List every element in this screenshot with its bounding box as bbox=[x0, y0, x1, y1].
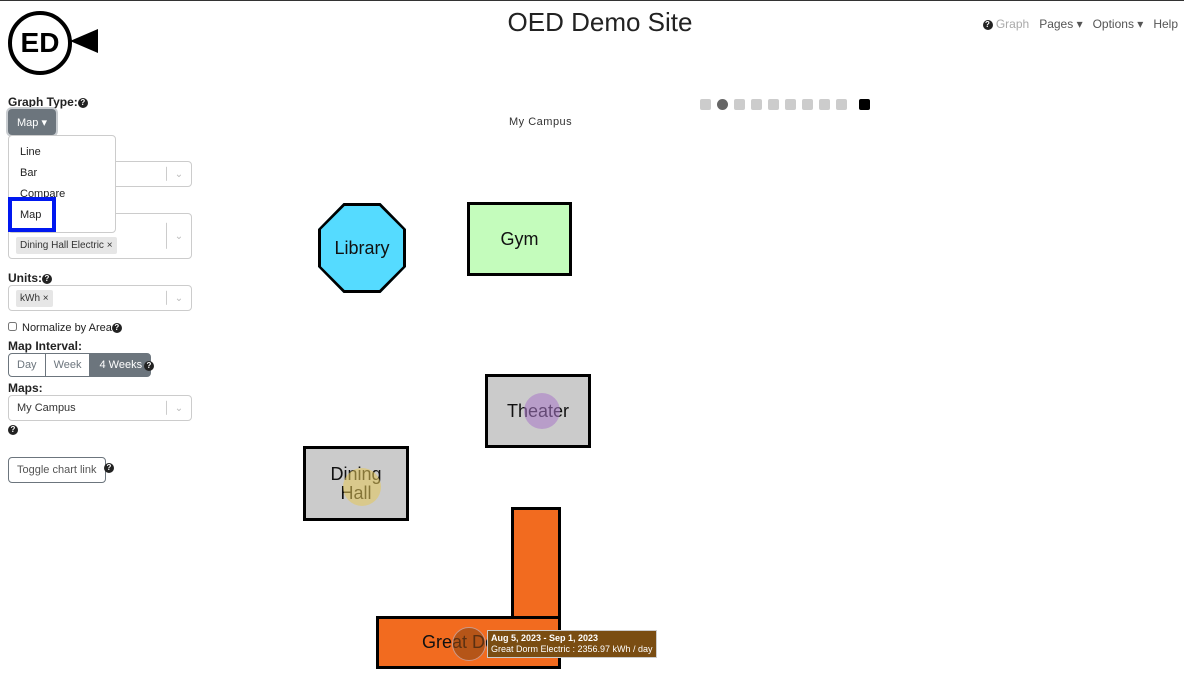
help-icon[interactable]: ? bbox=[144, 361, 154, 371]
graph-type-label: Graph Type:? bbox=[8, 95, 88, 109]
nav-options[interactable]: Options ▾ bbox=[1093, 17, 1144, 31]
help-icon[interactable]: ? bbox=[8, 425, 18, 435]
normalize-checkbox[interactable] bbox=[8, 322, 17, 331]
building-library[interactable]: Library bbox=[318, 203, 406, 293]
building-great-dorm-wing[interactable] bbox=[511, 507, 561, 621]
tooltip-value: Great Dorm Electric : 2356.97 kWh / day bbox=[491, 644, 653, 654]
maps-select-value: My Campus bbox=[17, 402, 76, 414]
plot-toolbar bbox=[700, 99, 876, 110]
gym-label: Gym bbox=[500, 228, 539, 249]
home-icon[interactable] bbox=[836, 99, 847, 110]
units-label: Units:? bbox=[8, 271, 52, 285]
zoom-icon[interactable] bbox=[717, 99, 728, 110]
meter-chip-label: Dining Hall Electric bbox=[20, 240, 104, 251]
tooltip: Aug 5, 2023 - Sep 1, 2023 Great Dorm Ele… bbox=[487, 630, 657, 658]
pan-icon[interactable] bbox=[734, 99, 745, 110]
map-title: My Campus bbox=[509, 116, 573, 128]
box-select-icon[interactable] bbox=[751, 99, 762, 110]
zoom-out-icon[interactable] bbox=[802, 99, 813, 110]
help-icon[interactable]: ? bbox=[42, 273, 52, 284]
autoscale-icon[interactable] bbox=[819, 99, 830, 110]
help-icon[interactable]: ? bbox=[104, 463, 114, 473]
units-label-text: Units: bbox=[8, 271, 42, 285]
nav-help[interactable]: Help bbox=[1153, 17, 1178, 31]
nav-graph-label: Graph bbox=[995, 17, 1030, 31]
chevron-down-icon: ⌄ bbox=[166, 222, 191, 250]
dining-marker[interactable] bbox=[343, 468, 381, 506]
help-icon: ? bbox=[982, 19, 993, 30]
map-interval-label: Map Interval: bbox=[8, 339, 83, 353]
tooltip-date: Aug 5, 2023 - Sep 1, 2023 bbox=[491, 633, 599, 643]
menu-item-line[interactable]: Line bbox=[20, 146, 41, 158]
normalize-row: Normalize by Area? bbox=[8, 322, 122, 334]
toggle-chart-link-button[interactable]: Toggle chart link bbox=[8, 457, 106, 483]
maps-label: Maps: bbox=[8, 381, 43, 395]
nav-pages[interactable]: Pages ▾ bbox=[1039, 17, 1082, 31]
chevron-down-icon: ⌄ bbox=[166, 166, 191, 182]
normalize-label: Normalize by Area bbox=[22, 322, 112, 334]
lasso-icon[interactable] bbox=[768, 99, 779, 110]
unit-chip-label: kWh bbox=[20, 293, 40, 304]
dorm-marker[interactable] bbox=[452, 627, 486, 661]
help-icon[interactable]: ? bbox=[77, 97, 88, 108]
interval-day[interactable]: Day bbox=[8, 353, 46, 377]
units-select[interactable]: kWh × ⌄ bbox=[8, 285, 192, 311]
highlight-box bbox=[8, 197, 56, 232]
top-nav: ? Graph Pages ▾ Options ▾ Help bbox=[982, 17, 1178, 31]
graph-type-dropdown[interactable]: Map ▾ bbox=[8, 109, 56, 135]
maps-select[interactable]: My Campus ⌄ bbox=[8, 395, 192, 421]
zoom-in-icon[interactable] bbox=[785, 99, 796, 110]
camera-icon[interactable] bbox=[700, 99, 711, 110]
interval-week[interactable]: Week bbox=[45, 353, 91, 377]
chevron-down-icon: ⌄ bbox=[166, 400, 191, 416]
building-gym[interactable]: Gym bbox=[467, 202, 572, 276]
help-icon[interactable]: ? bbox=[111, 323, 122, 334]
nav-graph[interactable]: ? Graph bbox=[982, 17, 1030, 31]
meter-chip[interactable]: Dining Hall Electric × bbox=[16, 237, 117, 254]
interval-4weeks[interactable]: 4 Weeks bbox=[90, 353, 152, 377]
theater-marker[interactable] bbox=[524, 393, 560, 429]
graph-type-label-text: Graph Type: bbox=[8, 95, 78, 109]
chevron-down-icon: ⌄ bbox=[166, 290, 191, 306]
menu-item-bar[interactable]: Bar bbox=[20, 167, 37, 179]
octagon-outline bbox=[318, 203, 406, 293]
unit-chip[interactable]: kWh × bbox=[16, 290, 53, 307]
plotly-logo-icon[interactable] bbox=[859, 99, 870, 110]
interval-buttons: Day Week 4 Weeks bbox=[8, 353, 152, 377]
